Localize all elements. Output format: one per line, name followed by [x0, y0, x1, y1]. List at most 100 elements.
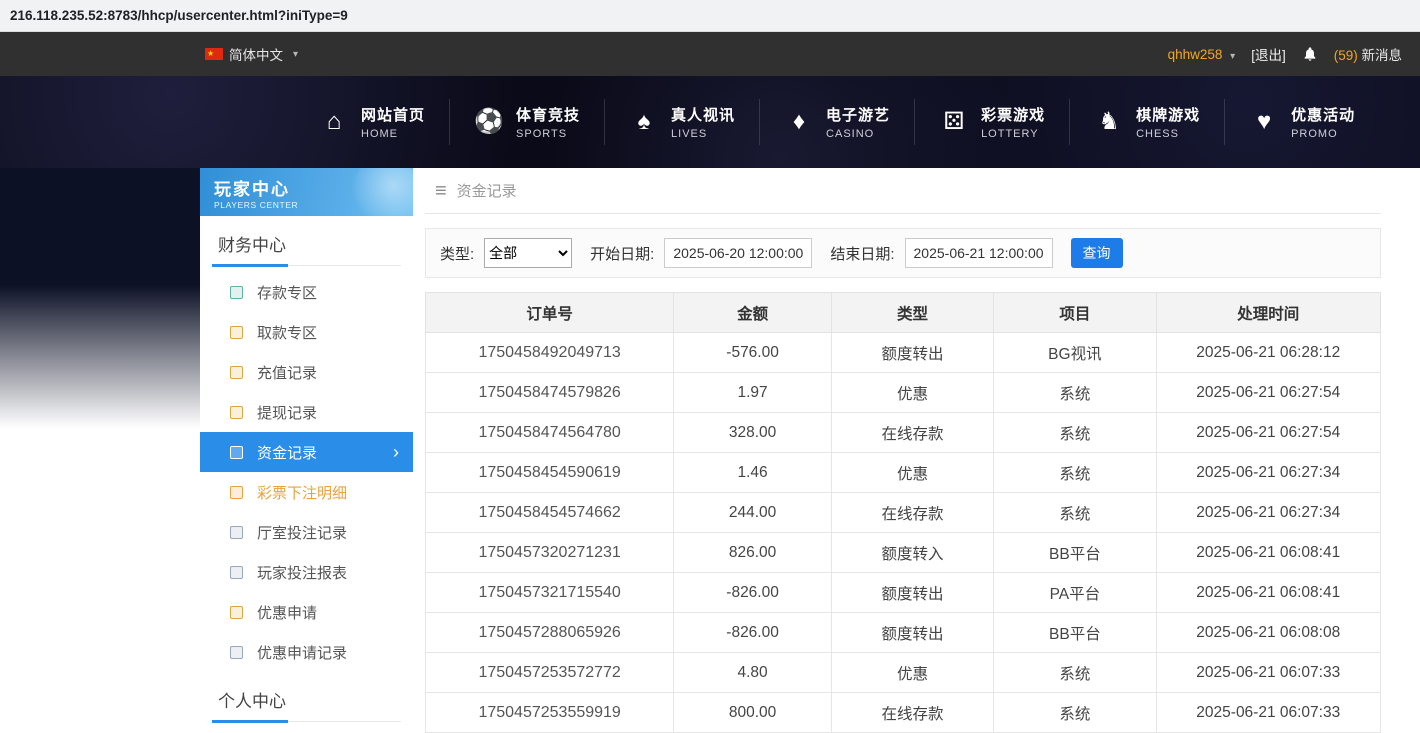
nav-label-en: LOTTERY: [981, 128, 1045, 140]
cell-project: 系统: [994, 653, 1156, 693]
nav-item-promo[interactable]: ♥ 优惠活动PROMO: [1224, 99, 1379, 145]
cell-time: 2025-06-21 06:28:12: [1156, 333, 1380, 373]
cell-order-no: 1750458474564780: [426, 413, 674, 453]
logout-button[interactable]: [退出]: [1251, 44, 1286, 64]
language-selector[interactable]: ★ 简体中文 ▾: [205, 44, 298, 64]
soccer-ball-icon: ⚽: [474, 110, 504, 134]
cell-project: PA平台: [994, 573, 1156, 613]
chevron-down-icon: ▾: [293, 49, 298, 60]
sidebar-item-label: 取款专区: [257, 322, 317, 343]
cell-amount: -576.00: [674, 333, 832, 373]
table-row: 1750458454574662 244.00 在线存款 系统 2025-06-…: [426, 493, 1381, 533]
nav-label-cn: 网站首页: [361, 104, 425, 125]
page-title: 资金记录: [457, 180, 517, 201]
chess-icon: ♞: [1094, 110, 1124, 134]
withdraw-record-icon: [230, 406, 243, 419]
cell-type: 额度转出: [831, 573, 993, 613]
cell-type: 额度转出: [831, 613, 993, 653]
breadcrumb: ≡ 资金记录: [425, 168, 1381, 214]
nav-label-en: CASINO: [826, 128, 890, 140]
nav-item-casino[interactable]: ♦ 电子游艺CASINO: [759, 99, 914, 145]
background-fade: [0, 168, 200, 428]
sidebar-item-withdraw-record[interactable]: 提现记录: [200, 392, 413, 432]
cell-amount: -826.00: [674, 613, 832, 653]
message-label: 新消息: [1362, 48, 1403, 63]
hall-bet-icon: [230, 526, 243, 539]
cell-time: 2025-06-21 06:27:34: [1156, 493, 1380, 533]
query-button[interactable]: 查询: [1071, 238, 1123, 268]
sidebar-item-recharge-record[interactable]: 充值记录: [200, 352, 413, 392]
nav-item-home[interactable]: ⌂ 网站首页 HOME: [295, 99, 449, 145]
type-label: 类型:: [440, 243, 474, 264]
nav-item-lottery[interactable]: ⚄ 彩票游戏LOTTERY: [914, 99, 1069, 145]
browser-url-bar[interactable]: 216.118.235.52:8783/hhcp/usercenter.html…: [0, 0, 1420, 32]
nav-label-en: HOME: [361, 128, 425, 140]
sidebar-item-label: 充值记录: [257, 362, 317, 383]
page-url[interactable]: 216.118.235.52:8783/hhcp/usercenter.html…: [10, 8, 348, 23]
cell-time: 2025-06-21 06:07:33: [1156, 693, 1380, 733]
nav-item-sports[interactable]: ⚽ 体育竞技SPORTS: [449, 99, 604, 145]
cell-project: 系统: [994, 693, 1156, 733]
cell-order-no: 1750457321715540: [426, 573, 674, 613]
sidebar-item-deposit[interactable]: 存款专区: [200, 272, 413, 312]
player-report-icon: [230, 566, 243, 579]
start-date-input[interactable]: [664, 238, 812, 268]
slot-cup-icon: ♦: [784, 110, 814, 134]
cell-type: 在线存款: [831, 413, 993, 453]
col-time: 处理时间: [1156, 293, 1380, 333]
end-date-input[interactable]: [905, 238, 1053, 268]
cell-project: 系统: [994, 493, 1156, 533]
cell-order-no: 1750457253559919: [426, 693, 674, 733]
table-row: 1750458474564780 328.00 在线存款 系统 2025-06-…: [426, 413, 1381, 453]
cell-project: 系统: [994, 453, 1156, 493]
sidebar-item-promo-apply[interactable]: 优惠申请: [200, 592, 413, 632]
sidebar-item-withdraw[interactable]: 取款专区: [200, 312, 413, 352]
cell-amount: 826.00: [674, 533, 832, 573]
start-date-label: 开始日期:: [590, 243, 654, 264]
end-date-label: 结束日期:: [830, 243, 894, 264]
table-row: 1750457320271231 826.00 额度转入 BB平台 2025-0…: [426, 533, 1381, 573]
cell-project: BG视讯: [994, 333, 1156, 373]
cell-project: BB平台: [994, 533, 1156, 573]
nav-item-lives[interactable]: ♠ 真人视讯LIVES: [604, 99, 759, 145]
table-header-row: 订单号 金额 类型 项目 处理时间: [426, 293, 1381, 333]
cell-order-no: 1750458454574662: [426, 493, 674, 533]
withdraw-icon: [230, 326, 243, 339]
col-type: 类型: [831, 293, 993, 333]
funds-record-icon: [230, 446, 243, 459]
nav-item-chess[interactable]: ♞ 棋牌游戏CHESS: [1069, 99, 1224, 145]
sidebar-item-hall-bet-record[interactable]: 厅室投注记录: [200, 512, 413, 552]
dice-icon: ⚄: [939, 110, 969, 134]
home-icon: ⌂: [319, 110, 349, 134]
cell-type: 额度转出: [831, 333, 993, 373]
cell-order-no: 1750458454590619: [426, 453, 674, 493]
lottery-bet-icon: [230, 486, 243, 499]
cell-project: 系统: [994, 413, 1156, 453]
new-messages-link[interactable]: (59) 新消息: [1334, 44, 1402, 64]
menu-toggle-icon[interactable]: ≡: [435, 181, 447, 201]
cell-time: 2025-06-21 06:08:41: [1156, 533, 1380, 573]
nav-label-cn: 真人视讯: [671, 104, 735, 125]
sidebar-item-promo-apply-record[interactable]: 优惠申请记录: [200, 632, 413, 672]
sidebar-item-label: 玩家投注报表: [257, 562, 347, 583]
username-menu[interactable]: qhhw258 ▾: [1168, 47, 1236, 62]
cell-time: 2025-06-21 06:27:54: [1156, 413, 1380, 453]
notifications-button[interactable]: [1302, 46, 1318, 62]
type-select[interactable]: 全部: [484, 238, 572, 268]
promo-apply-icon: [230, 606, 243, 619]
sidebar-item-player-bet-report[interactable]: 玩家投注报表: [200, 552, 413, 592]
cell-amount: 244.00: [674, 493, 832, 533]
nav-label-en: PROMO: [1291, 128, 1355, 140]
cell-order-no: 1750458474579826: [426, 373, 674, 413]
main-nav: ⌂ 网站首页 HOME ⚽ 体育竞技SPORTS ♠ 真人视讯LIVES ♦ 电子…: [0, 76, 1420, 168]
sidebar-item-lottery-bet-detail[interactable]: 彩票下注明细: [200, 472, 413, 512]
cell-amount: 800.00: [674, 693, 832, 733]
table-row: 1750457321715540 -826.00 额度转出 PA平台 2025-…: [426, 573, 1381, 613]
sidebar-item-funds-record[interactable]: 资金记录 ›: [200, 432, 413, 472]
cell-time: 2025-06-21 06:08:41: [1156, 573, 1380, 613]
sidebar-subtitle: PLAYERS CENTER: [214, 200, 413, 210]
recharge-record-icon: [230, 366, 243, 379]
cell-type: 优惠: [831, 653, 993, 693]
site-topbar: ★ 简体中文 ▾ qhhw258 ▾ [退出] (59) 新消息: [0, 32, 1420, 76]
chevron-down-icon: ▾: [1230, 51, 1235, 62]
